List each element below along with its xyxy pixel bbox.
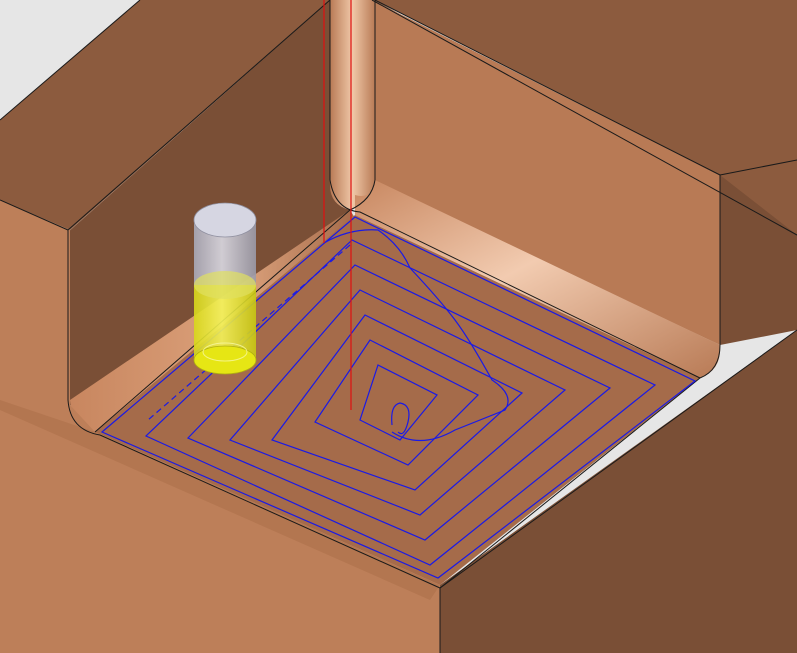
end-mill-tool-icon[interactable]	[193, 202, 257, 375]
corner-fillet-vertical	[330, 0, 375, 210]
pocket-simulation-scene	[0, 0, 797, 653]
tool-flute-top-edge	[194, 271, 256, 299]
cam-3d-viewport[interactable]	[0, 0, 797, 653]
tool-shank-top	[193, 202, 257, 238]
